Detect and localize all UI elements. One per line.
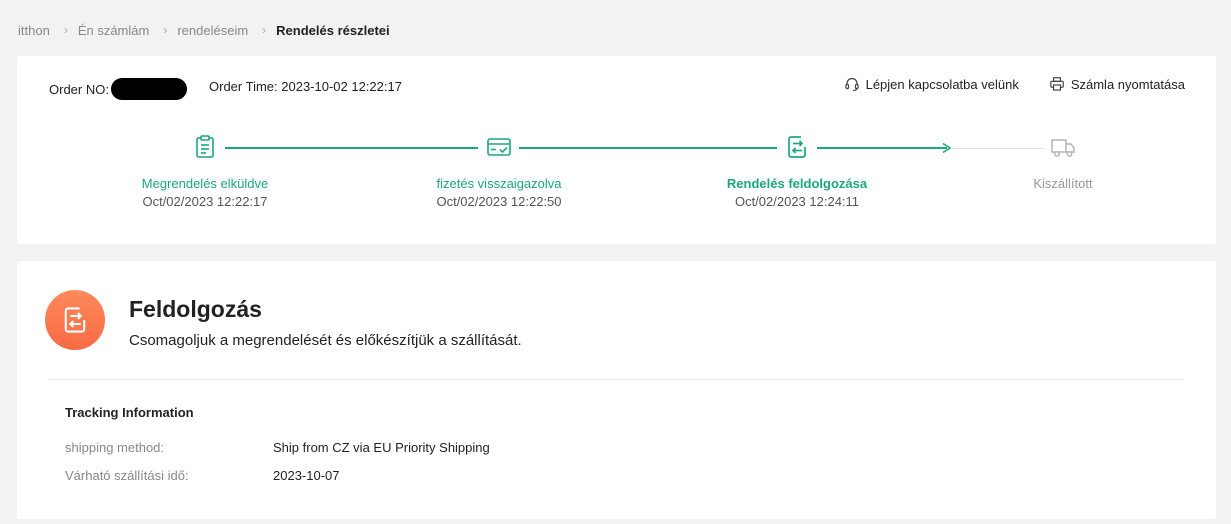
chevron-right-icon: ›: [163, 23, 168, 37]
order-time-value: 2023-10-02 12:22:17: [281, 79, 402, 94]
contact-us-button[interactable]: Lépjen kapcsolatba velünk: [844, 76, 1019, 92]
divider: [47, 379, 1185, 380]
step-label: fizetés visszaigazolva: [436, 176, 562, 191]
status-badge: [45, 290, 105, 350]
order-actions: Lépjen kapcsolatba velünk Számla nyomtat…: [844, 76, 1185, 92]
card-check-icon: [487, 138, 511, 156]
step-time: Oct/02/2023 12:24:11: [734, 194, 860, 209]
breadcrumb-order-details: Rendelés részletei: [276, 22, 390, 38]
step-connector: [951, 148, 1043, 149]
breadcrumb: itthon › Én számlám › rendeléseim › Rend…: [18, 21, 390, 39]
chevron-right-icon: ›: [262, 23, 267, 37]
breadcrumb-home[interactable]: itthon: [18, 23, 50, 38]
order-time: Order Time: 2023-10-02 12:22:17: [209, 79, 402, 94]
step-time: Oct/02/2023 12:22:17: [142, 194, 268, 209]
order-status-card: Feldolgozás Csomagoljuk a megrendelését …: [17, 261, 1216, 519]
order-number-label: Order NO:: [49, 81, 109, 97]
step-connector: [225, 147, 478, 149]
tracking-row-shipping-method: shipping method: Ship from CZ via EU Pri…: [65, 440, 490, 455]
tracking-title: Tracking Information: [65, 405, 194, 420]
order-progress-steps: Megrendelés elküldve Oct/02/2023 12:22:1…: [17, 134, 1216, 214]
contact-us-label: Lépjen kapcsolatba velünk: [865, 76, 1019, 92]
tracking-value: Ship from CZ via EU Priority Shipping: [273, 440, 490, 455]
order-progress-card: Order NO: Order Time: 2023-10-02 12:22:1…: [17, 56, 1216, 244]
step-time: Oct/02/2023 12:22:50: [436, 194, 562, 209]
chevron-right-icon: ›: [63, 23, 68, 37]
tracking-row-delivery-date: Várható szállítási idő: 2023-10-07: [65, 468, 340, 483]
processing-icon: [788, 136, 806, 158]
step-label: Rendelés feldolgozása: [726, 176, 868, 191]
order-time-label: Order Time:: [209, 79, 278, 94]
tracking-value: 2023-10-07: [273, 468, 340, 483]
print-invoice-label: Számla nyomtatása: [1070, 76, 1185, 92]
status-description: Csomagoljuk a megrendelését és előkészít…: [129, 332, 522, 349]
step-label: Kiszállított: [1033, 176, 1093, 191]
clipboard-icon: [196, 135, 214, 158]
step-connector: [817, 147, 947, 149]
truck-icon: [1051, 139, 1075, 157]
breadcrumb-my-orders[interactable]: rendeléseim: [177, 23, 248, 38]
tracking-key: shipping method:: [65, 440, 165, 455]
headset-icon: [844, 77, 859, 92]
processing-icon: [64, 307, 86, 333]
step-connector: [519, 147, 777, 149]
step-label: Megrendelés elküldve: [141, 176, 269, 191]
status-title: Feldolgozás: [129, 296, 262, 322]
tracking-key: Várható szállítási idő:: [65, 468, 189, 483]
order-number-redacted: [110, 78, 187, 100]
breadcrumb-my-account[interactable]: Én számlám: [78, 23, 150, 38]
print-invoice-button[interactable]: Számla nyomtatása: [1049, 76, 1185, 92]
printer-icon: [1050, 77, 1064, 91]
order-number: Order NO:: [49, 78, 187, 100]
